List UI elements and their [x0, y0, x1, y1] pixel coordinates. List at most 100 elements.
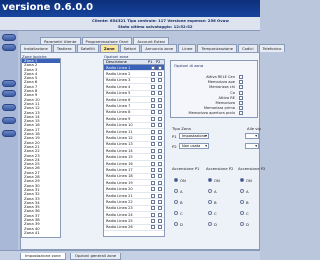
zone-option-checkbox[interactable] — [239, 111, 243, 116]
p1-checkbox[interactable] — [151, 199, 155, 204]
p1-checkbox[interactable] — [151, 206, 155, 211]
p2-checkbox[interactable] — [158, 199, 162, 204]
nav-button[interactable] — [2, 44, 16, 51]
p1-checkbox[interactable] — [151, 148, 155, 153]
accensione-radio[interactable] — [174, 211, 178, 215]
accensione-radio[interactable] — [208, 200, 212, 204]
zone-option-checkbox[interactable] — [239, 85, 243, 90]
tab-zone[interactable]: Zone — [99, 44, 119, 52]
p1-checkbox[interactable] — [151, 219, 155, 224]
p1-checkbox[interactable] — [151, 123, 155, 128]
p1-checkbox[interactable] — [151, 116, 155, 121]
p2-checkbox[interactable] — [158, 161, 162, 166]
p2-checkbox[interactable] — [158, 219, 162, 224]
tab-telefonico[interactable]: Telefonico — [258, 44, 286, 52]
p1-checkbox[interactable] — [151, 212, 155, 217]
p2-checkbox[interactable] — [158, 180, 162, 185]
p1-checkbox[interactable] — [151, 97, 155, 102]
nav-button[interactable] — [2, 34, 16, 41]
p2-checkbox[interactable] — [158, 123, 162, 128]
p2-checkbox[interactable] — [158, 174, 162, 179]
nav-button[interactable] — [2, 117, 16, 124]
p1-checkbox[interactable] — [151, 174, 155, 179]
p2-checkbox[interactable] — [158, 91, 162, 96]
p2-checkbox[interactable] — [158, 167, 162, 172]
p1-checkbox[interactable] — [151, 78, 155, 83]
nav-button[interactable] — [2, 130, 16, 137]
accensione-radio[interactable] — [208, 178, 212, 182]
tab-temporizzazione[interactable]: Temporizzazione — [197, 44, 237, 52]
p1-zone-type-select[interactable]: Impostazione ▾ — [179, 133, 209, 139]
accensione-radio[interactable] — [208, 189, 212, 193]
alt-select-2[interactable]: ▾ — [245, 143, 259, 149]
tab-codici[interactable]: Codici — [237, 44, 258, 52]
accensione-radio[interactable] — [174, 189, 178, 193]
tab-settori[interactable]: Settori — [119, 44, 141, 52]
p2-checkbox[interactable] — [158, 84, 162, 89]
accensione-radio[interactable] — [174, 178, 178, 182]
p1-checkbox[interactable] — [151, 193, 155, 198]
tab-annuncio-zone[interactable]: Annuncio zone — [141, 44, 178, 52]
accensione-radio[interactable] — [208, 211, 212, 215]
accensione-radio[interactable] — [240, 200, 244, 204]
p1-checkbox[interactable] — [151, 142, 155, 147]
accensione-radio[interactable] — [240, 211, 244, 215]
p2-checkbox[interactable] — [158, 129, 162, 134]
zone-option-checkbox[interactable] — [239, 101, 243, 105]
tab-impostazione-zone[interactable]: Impostazione zone — [20, 253, 66, 260]
zone-option-checkbox[interactable] — [239, 75, 243, 79]
nav-button[interactable] — [2, 90, 16, 97]
zone-option-checkbox[interactable] — [239, 95, 243, 100]
p1-checkbox[interactable] — [151, 129, 155, 134]
p2-checkbox[interactable] — [158, 155, 162, 160]
accensione-radio[interactable] — [240, 189, 244, 193]
accensione-radio[interactable] — [240, 222, 244, 226]
p2-checkbox[interactable] — [158, 193, 162, 198]
p1-checkbox[interactable] — [151, 161, 155, 166]
p1-checkbox[interactable] — [151, 104, 155, 109]
p1-checkbox[interactable] — [151, 72, 155, 77]
nav-button[interactable] — [2, 80, 16, 87]
p2-checkbox[interactable] — [158, 206, 162, 211]
p2-checkbox[interactable] — [158, 72, 162, 77]
zone-option-checkbox[interactable] — [239, 90, 243, 95]
p2-checkbox[interactable] — [158, 110, 162, 115]
p1-checkbox[interactable] — [151, 167, 155, 172]
tab-account-estesi[interactable]: Account Estesi — [133, 37, 170, 44]
p1-checkbox[interactable] — [151, 91, 155, 96]
list-item[interactable]: Zona 41 — [22, 230, 60, 235]
tab-tastiera[interactable]: Tastiera — [52, 44, 76, 52]
nav-button[interactable] — [2, 104, 16, 111]
accensione-radio[interactable] — [174, 222, 178, 226]
table-row[interactable]: Radio Linea 26 — [104, 225, 164, 232]
p2-checkbox[interactable] — [158, 148, 162, 153]
p2-checkbox[interactable] — [158, 212, 162, 217]
zone-option-checkbox[interactable] — [239, 106, 243, 111]
p2-zone-type-select[interactable]: Non usata ▾ — [179, 143, 209, 149]
p2-checkbox[interactable] — [158, 97, 162, 102]
p2-checkbox[interactable] — [158, 116, 162, 121]
p1-checkbox[interactable] — [151, 225, 155, 230]
p1-checkbox[interactable] — [151, 187, 155, 192]
p1-checkbox[interactable] — [151, 65, 155, 70]
p2-checkbox[interactable] — [158, 187, 162, 192]
p2-checkbox[interactable] — [158, 78, 162, 83]
zone-option-checkbox[interactable] — [239, 80, 243, 85]
accensione-radio[interactable] — [240, 178, 244, 182]
tab-linee[interactable]: Linee — [178, 44, 197, 52]
p1-checkbox[interactable] — [151, 155, 155, 160]
accensione-radio[interactable] — [208, 222, 212, 226]
tab-opzioni-generali-zone[interactable]: Opzioni generali zone — [70, 253, 122, 260]
p2-checkbox[interactable] — [158, 142, 162, 147]
p1-checkbox[interactable] — [151, 135, 155, 140]
p1-checkbox[interactable] — [151, 110, 155, 115]
p2-checkbox[interactable] — [158, 225, 162, 230]
p1-checkbox[interactable] — [151, 180, 155, 185]
tab-installazione[interactable]: Installazione — [20, 44, 52, 52]
alt-select-1[interactable]: ▾ — [245, 133, 259, 139]
tab-programmazione-orari[interactable]: Programmazione Orari — [81, 37, 133, 44]
p2-checkbox[interactable] — [158, 65, 162, 70]
p2-checkbox[interactable] — [158, 104, 162, 109]
p1-checkbox[interactable] — [151, 84, 155, 89]
accensione-radio[interactable] — [174, 200, 178, 204]
